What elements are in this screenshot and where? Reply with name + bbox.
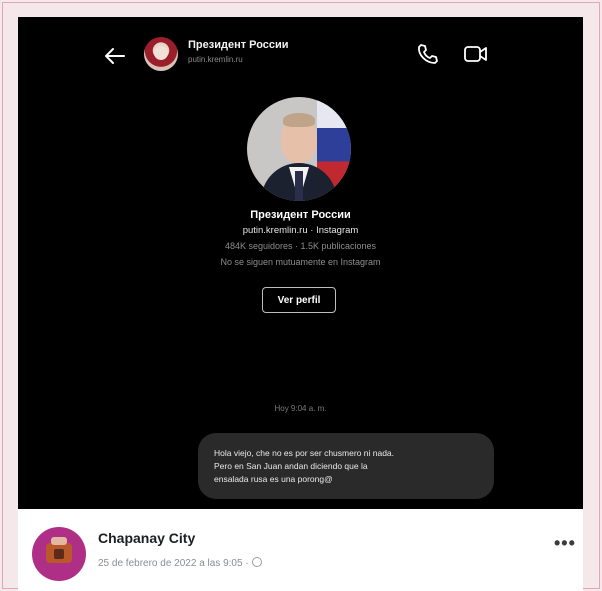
back-arrow-icon[interactable]: [104, 47, 126, 65]
view-profile-button[interactable]: Ver perfil: [262, 287, 336, 313]
message-bubble[interactable]: Hola viejo, che no es por ser chusmero n…: [198, 433, 494, 499]
avatar-hair: [283, 113, 315, 127]
header-avatar[interactable]: [144, 37, 178, 71]
post-date[interactable]: 25 de febrero de 2022 a las 9:05 ·: [98, 557, 262, 569]
post-date-text: 25 de febrero de 2022 a las 9:05 ·: [98, 558, 249, 569]
page-name[interactable]: Chapanay City: [98, 530, 195, 546]
header-contact-handle: putin.kremlin.ru: [188, 55, 243, 64]
profile-handle: putin.kremlin.ru · Instagram: [242, 225, 359, 236]
video-camera-icon[interactable]: [463, 43, 489, 65]
globe-icon: [251, 557, 262, 567]
message-line: Hola viejo, che no es por ser chusmero n…: [214, 448, 395, 458]
profile-avatar[interactable]: [247, 97, 351, 201]
page-logo: [46, 537, 72, 563]
profile-stats: 484K seguidores · 1.5K publicaciones: [224, 241, 377, 251]
message-timestamp: Hoy 9:04 a. m.: [274, 404, 327, 413]
profile-name: Президент России: [250, 209, 351, 221]
message-line: Pero en San Juan andan diciendo que la: [214, 461, 368, 471]
more-options-icon[interactable]: •••: [554, 533, 576, 554]
instagram-chat-screenshot: Президент России putin.kremlin.ru Презид…: [18, 17, 583, 509]
message-line: ensalada rusa es una porong@: [214, 474, 333, 484]
facebook-post: Президент России putin.kremlin.ru Презид…: [18, 17, 583, 591]
avatar-tie: [295, 171, 303, 201]
header-contact-name[interactable]: Президент России: [188, 39, 289, 51]
page-avatar[interactable]: [32, 527, 86, 581]
phone-icon[interactable]: [416, 43, 438, 65]
profile-follow-note: No se siguen mutuamente en Instagram: [220, 257, 381, 267]
